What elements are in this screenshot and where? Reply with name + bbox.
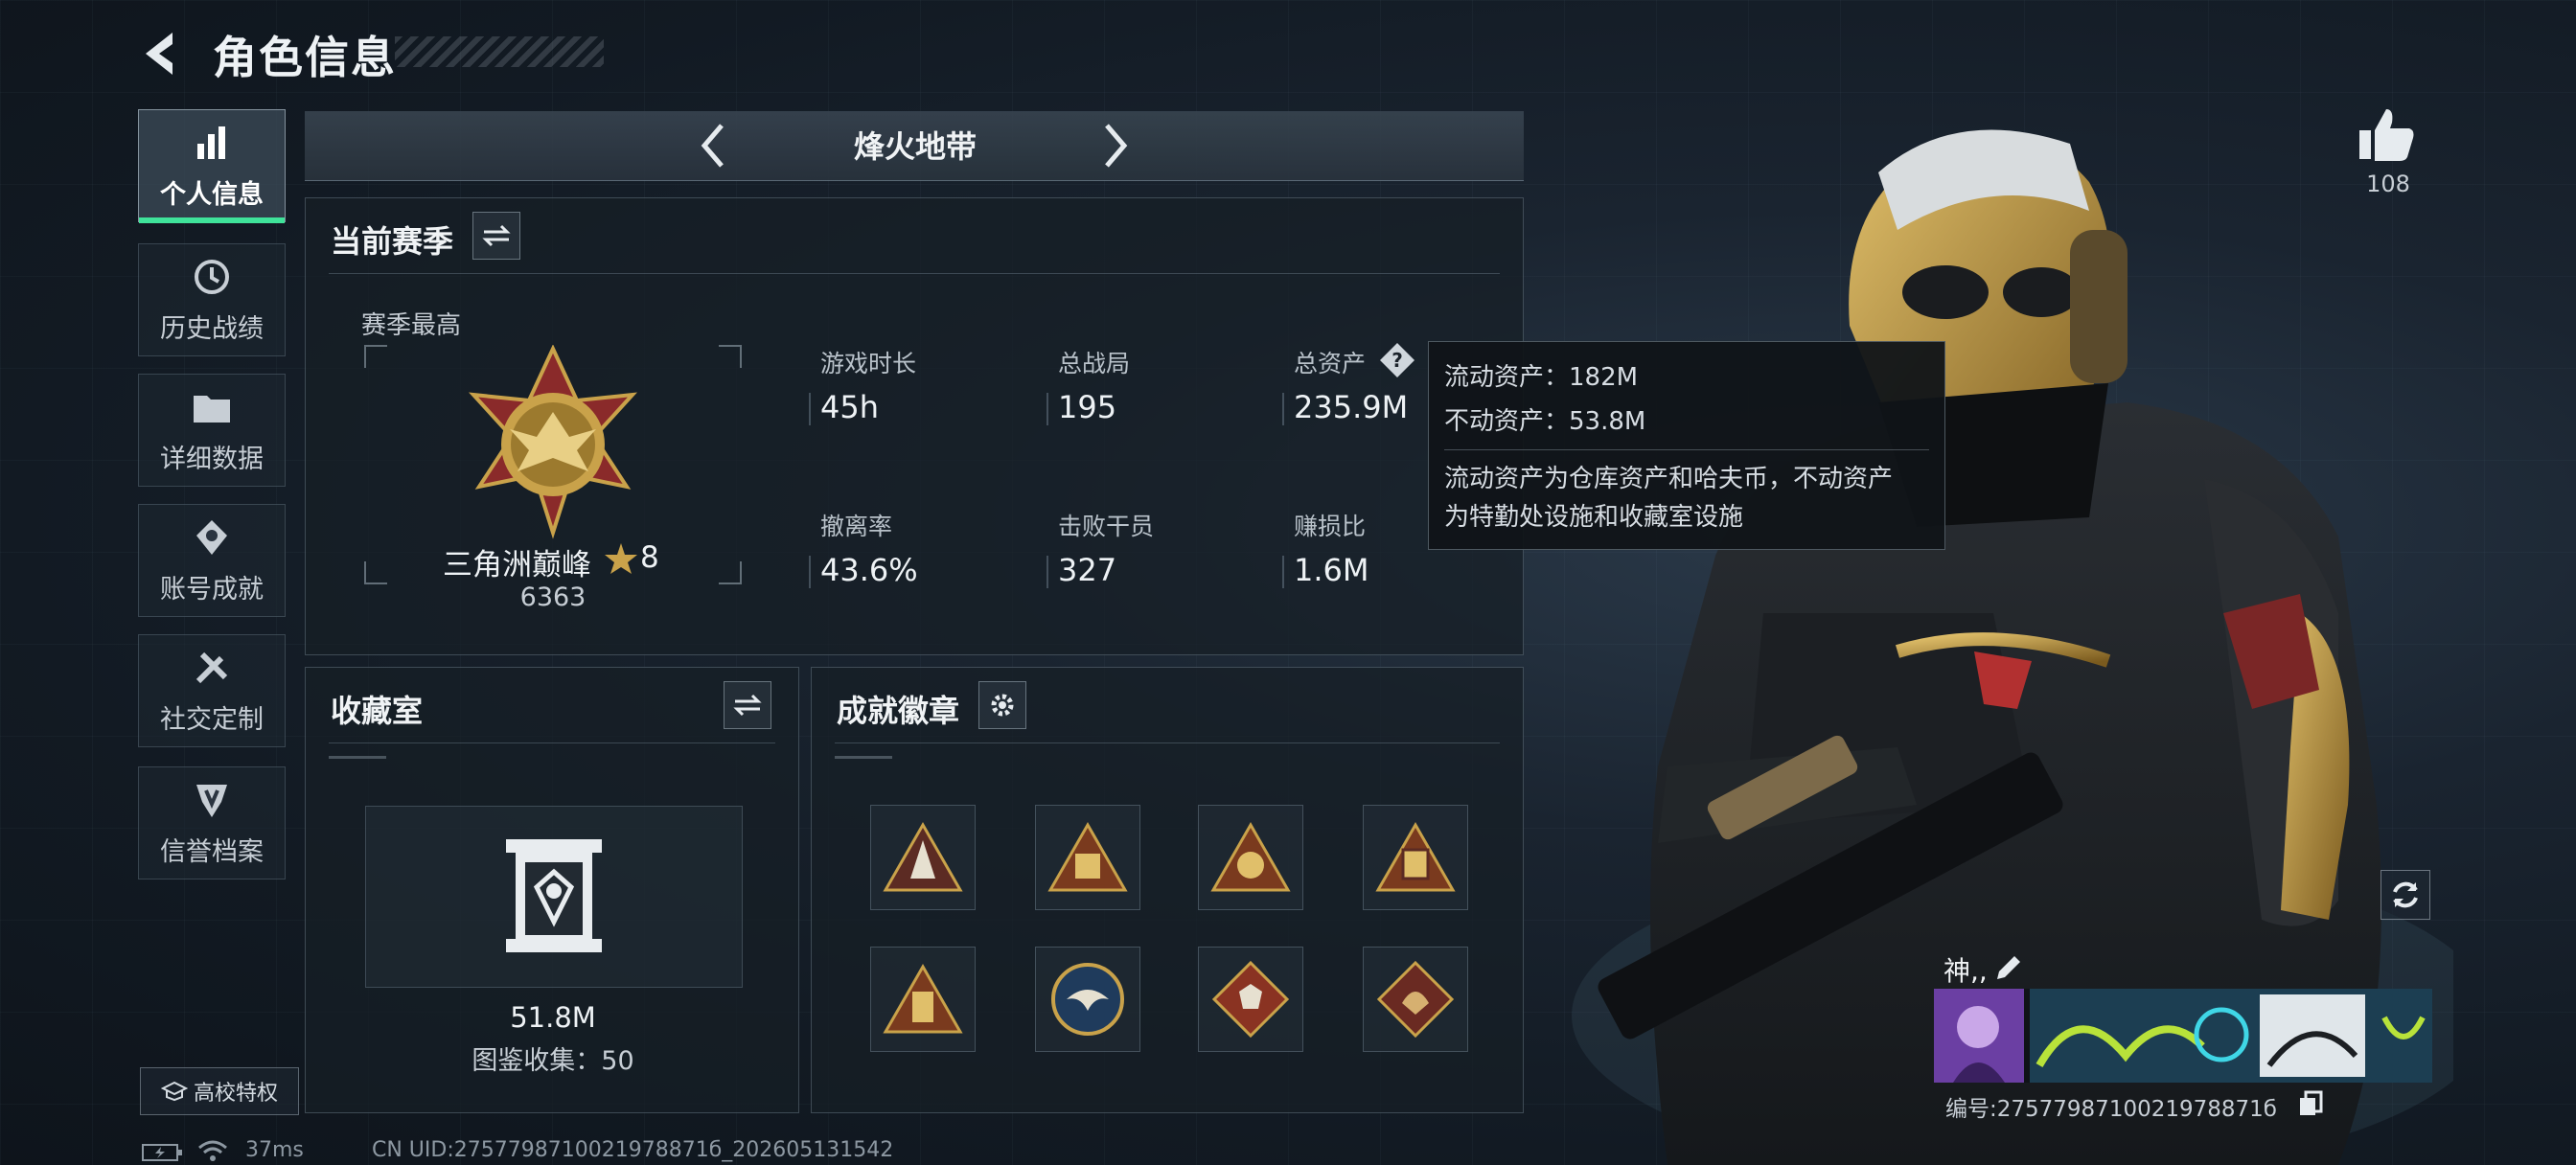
shield-emblem-icon — [191, 779, 233, 821]
triangle-badge-icon — [1375, 821, 1456, 892]
player-id: 编号:2757798710021978871б — [1945, 1097, 2277, 1122]
wifi-icon — [198, 1140, 227, 1161]
achievement-badge[interactable] — [1363, 805, 1468, 910]
history-clock-icon — [191, 256, 233, 298]
achievement-badge[interactable] — [1198, 805, 1303, 910]
mode-label: 烽火地带 — [853, 128, 977, 165]
help-icon[interactable]: ? — [1378, 341, 1416, 379]
chevron-right-icon — [1105, 124, 1128, 168]
stat-label-operators-defeated: 击败干员 — [1058, 513, 1155, 540]
triangle-badge-icon — [1210, 821, 1291, 892]
name-card-art — [1934, 989, 2432, 1083]
thumbs-up-icon[interactable] — [2358, 105, 2417, 163]
like-count: 108 — [2366, 171, 2410, 197]
sidebar-item-personal-info[interactable]: 个人信息 — [138, 109, 286, 223]
sidebar-item-label: 个人信息 — [160, 179, 264, 210]
sidebar-item-achievements[interactable]: 账号成就 — [138, 504, 286, 617]
season-divider — [329, 273, 1500, 274]
stat-label-total-assets: 总资产 — [1294, 350, 1367, 377]
player-name: 神,, — [1944, 955, 1988, 987]
sidebar-item-label: 账号成就 — [160, 574, 264, 605]
sidebar-item-credit[interactable]: 信誉档案 — [138, 766, 286, 879]
collection-value: 51.8M — [510, 1001, 596, 1034]
sidebar-item-label: 社交定制 — [160, 704, 264, 735]
back-arrow-icon[interactable] — [140, 29, 186, 79]
season-highest-label: 赛季最高 — [361, 311, 462, 340]
campus-privilege-label: 高校特权 — [193, 1082, 278, 1106]
achievement-badge[interactable] — [1198, 947, 1303, 1052]
uid-readout: CN UID:2757798710021978871б_202605131542 — [372, 1138, 894, 1162]
campus-privilege-button[interactable]: 高校特权 — [140, 1067, 299, 1115]
season-switch-button[interactable] — [472, 212, 520, 260]
achievement-medal-icon — [191, 516, 233, 559]
collection-panel: 收藏室 51.8M 图鉴收集：50 — [305, 667, 799, 1113]
triangle-badge-icon — [883, 963, 963, 1034]
stat-value-total-matches: 195 — [1058, 389, 1117, 425]
gear-icon — [991, 694, 1014, 717]
stat-value-total-assets: 235.9M — [1294, 389, 1409, 425]
achievements-title: 成就徽章 — [837, 693, 960, 729]
stat-label-playtime: 游戏时长 — [820, 350, 917, 377]
stat-label-extract-rate: 撤离率 — [820, 513, 893, 540]
stat-label-profit-loss: 赚损比 — [1294, 513, 1367, 540]
stat-value-extract-rate: 43.6% — [820, 552, 918, 588]
mode-prev-button[interactable] — [684, 115, 742, 176]
bar-chart-icon — [191, 122, 233, 164]
tooltip-fixed-assets: 不动资产：53.8M — [1444, 407, 1646, 436]
sidebar-item-social[interactable]: 社交定制 — [138, 634, 286, 747]
folder-icon — [191, 386, 233, 428]
collection-switch-button[interactable] — [724, 681, 771, 729]
achievement-badge[interactable] — [870, 805, 976, 910]
achievement-badge[interactable] — [1035, 805, 1140, 910]
edit-pencil-icon[interactable] — [1993, 952, 2024, 983]
sidebar-item-history[interactable]: 历史战绩 — [138, 243, 286, 356]
mode-next-button[interactable] — [1087, 115, 1144, 176]
achievement-badge[interactable] — [1035, 947, 1140, 1052]
refresh-button[interactable] — [2380, 870, 2430, 920]
refresh-icon — [2393, 881, 2418, 908]
triangle-badge-icon — [883, 821, 963, 892]
sidebar-item-label: 历史战绩 — [160, 313, 264, 344]
title-decoration — [395, 36, 604, 67]
tooltip-liquid-assets: 流动资产：182M — [1444, 363, 1639, 392]
tools-icon — [191, 647, 233, 689]
eagle-round-badge-icon — [1051, 963, 1124, 1036]
stat-value-playtime: 45h — [820, 389, 879, 425]
name-card[interactable] — [1934, 989, 2432, 1083]
collection-room-preview[interactable] — [365, 806, 743, 988]
sidebar-item-label: 详细数据 — [160, 444, 264, 474]
tooltip-description-line1: 流动资产为仓库资产和哈夫币，不动资产 — [1444, 465, 1894, 493]
tooltip-description-line2: 为特勤处设施和收藏室设施 — [1444, 503, 1744, 532]
diamond-badge-icon — [1376, 960, 1455, 1039]
rank-emblem — [468, 345, 638, 539]
collection-title: 收藏室 — [331, 693, 424, 729]
achievements-settings-button[interactable] — [978, 681, 1026, 729]
diamond-badge-icon — [1211, 960, 1290, 1039]
stat-value-profit-loss: 1.6M — [1294, 552, 1369, 588]
achievement-badge[interactable] — [870, 947, 976, 1052]
ping-readout: 37ms — [245, 1138, 304, 1162]
svg-text:?: ? — [1392, 349, 1403, 372]
rank-name: 三角洲巅峰 — [443, 548, 591, 582]
battery-icon — [142, 1144, 182, 1161]
rank-star-count: 8 — [640, 540, 659, 575]
stat-value-operators-defeated: 327 — [1058, 552, 1117, 588]
stat-label-total-matches: 总战局 — [1058, 350, 1131, 377]
achievement-badge[interactable] — [1363, 947, 1468, 1052]
assets-tooltip: 流动资产：182M 不动资产：53.8M 流动资产为仓库资产和哈夫币，不动资产 … — [1428, 341, 1945, 550]
chevron-left-icon — [701, 124, 724, 168]
swap-icon — [482, 224, 511, 247]
display-case-icon — [506, 839, 602, 952]
sidebar-item-label: 信誉档案 — [160, 836, 264, 867]
sidebar-item-detailed-data[interactable]: 详细数据 — [138, 374, 286, 487]
swap-icon — [733, 694, 762, 717]
triangle-badge-icon — [1047, 821, 1128, 892]
campus-icon — [160, 1081, 188, 1102]
copy-icon[interactable] — [2298, 1090, 2323, 1117]
page-title: 角色信息 — [213, 32, 397, 83]
star-icon — [605, 543, 637, 574]
collection-caption: 图鉴收集：50 — [472, 1046, 634, 1076]
season-title: 当前赛季 — [331, 223, 454, 260]
rank-score: 6363 — [519, 582, 586, 612]
